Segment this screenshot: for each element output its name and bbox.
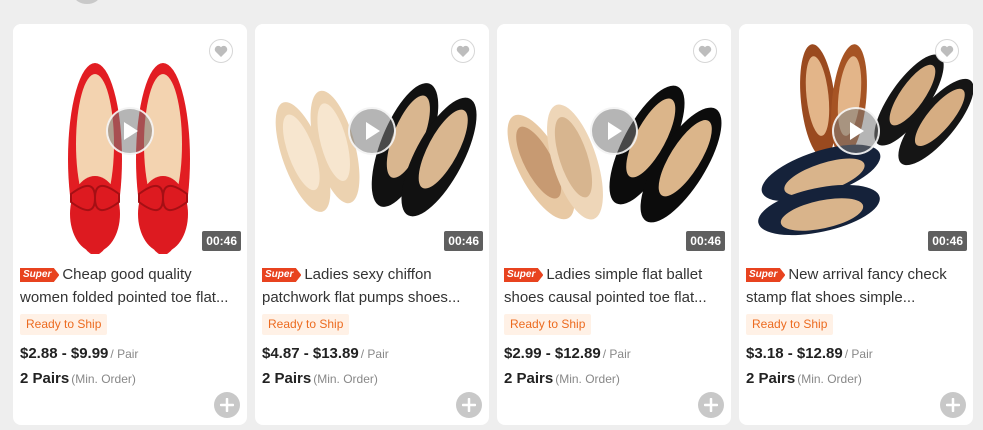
- play-icon: [850, 122, 864, 140]
- price-unit: / Pair: [110, 347, 139, 361]
- play-icon: [124, 122, 138, 140]
- min-order-row: 2 Pairs (Min. Order): [504, 368, 724, 390]
- play-video-button[interactable]: [832, 107, 880, 155]
- play-icon: [366, 122, 380, 140]
- play-video-button[interactable]: [106, 107, 154, 155]
- ready-to-ship-badge: Ready to Ship: [20, 314, 108, 335]
- price-unit: / Pair: [360, 347, 389, 361]
- add-to-list-button[interactable]: [214, 392, 240, 418]
- ready-to-ship-badge: Ready to Ship: [746, 314, 834, 335]
- super-badge: Super: [262, 268, 302, 282]
- min-order-row: 2 Pairs (Min. Order): [262, 368, 482, 390]
- min-order-label: (Min. Order): [797, 372, 862, 386]
- heart-icon: [698, 45, 712, 57]
- add-to-list-button[interactable]: [940, 392, 966, 418]
- product-media[interactable]: 00:46: [497, 24, 731, 254]
- heart-icon: [940, 45, 954, 57]
- product-card[interactable]: 00:46 Super New arrival fancy check stamp…: [739, 24, 973, 425]
- add-to-list-button[interactable]: [698, 392, 724, 418]
- video-duration: 00:46: [928, 231, 967, 251]
- min-order-quantity: 2 Pairs: [504, 370, 554, 387]
- min-order-quantity: 2 Pairs: [262, 370, 312, 387]
- video-duration: 00:46: [202, 231, 241, 251]
- plus-icon: [946, 398, 960, 412]
- ready-to-ship-badge: Ready to Ship: [504, 314, 592, 335]
- min-order-label: (Min. Order): [313, 372, 378, 386]
- product-title[interactable]: Super New arrival fancy check stamp flat …: [746, 263, 966, 309]
- play-icon: [608, 122, 622, 140]
- favorite-button[interactable]: [451, 39, 475, 63]
- scroll-indicator: [74, 0, 100, 4]
- product-price: $2.88 - $9.99: [20, 345, 109, 362]
- price-unit: / Pair: [602, 347, 631, 361]
- super-badge: Super: [20, 268, 60, 282]
- favorite-button[interactable]: [209, 39, 233, 63]
- plus-icon: [462, 398, 476, 412]
- heart-icon: [456, 45, 470, 57]
- min-order-quantity: 2 Pairs: [746, 370, 796, 387]
- super-badge: Super: [504, 268, 544, 282]
- product-grid: 00:46 Super Cheap good quality women fold…: [13, 24, 973, 425]
- product-media[interactable]: 00:46: [13, 24, 247, 254]
- product-title[interactable]: Super Ladies sexy chiffon patchwork flat …: [262, 263, 482, 309]
- product-card[interactable]: 00:46 Super Ladies simple flat ballet sho…: [497, 24, 731, 425]
- price-unit: / Pair: [844, 347, 873, 361]
- price-row: $4.87 - $13.89/ Pair: [262, 343, 482, 365]
- super-badge: Super: [746, 268, 786, 282]
- video-duration: 00:46: [686, 231, 725, 251]
- product-card[interactable]: 00:46 Super Ladies sexy chiffon patchwork…: [255, 24, 489, 425]
- play-video-button[interactable]: [590, 107, 638, 155]
- min-order-quantity: 2 Pairs: [20, 370, 70, 387]
- product-price: $2.99 - $12.89: [504, 345, 601, 362]
- product-media[interactable]: 00:46: [739, 24, 973, 254]
- plus-icon: [704, 398, 718, 412]
- product-card[interactable]: 00:46 Super Cheap good quality women fold…: [13, 24, 247, 425]
- price-row: $2.99 - $12.89/ Pair: [504, 343, 724, 365]
- heart-icon: [214, 45, 228, 57]
- favorite-button[interactable]: [935, 39, 959, 63]
- price-row: $3.18 - $12.89/ Pair: [746, 343, 966, 365]
- product-title[interactable]: Super Ladies simple flat ballet shoes cau…: [504, 263, 724, 309]
- price-row: $2.88 - $9.99/ Pair: [20, 343, 240, 365]
- product-media[interactable]: 00:46: [255, 24, 489, 254]
- product-price: $4.87 - $13.89: [262, 345, 359, 362]
- plus-icon: [220, 398, 234, 412]
- min-order-row: 2 Pairs (Min. Order): [746, 368, 966, 390]
- product-title[interactable]: Super Cheap good quality women folded poi…: [20, 263, 240, 309]
- min-order-row: 2 Pairs (Min. Order): [20, 368, 240, 390]
- product-price: $3.18 - $12.89: [746, 345, 843, 362]
- ready-to-ship-badge: Ready to Ship: [262, 314, 350, 335]
- play-video-button[interactable]: [348, 107, 396, 155]
- add-to-list-button[interactable]: [456, 392, 482, 418]
- min-order-label: (Min. Order): [555, 372, 620, 386]
- video-duration: 00:46: [444, 231, 483, 251]
- favorite-button[interactable]: [693, 39, 717, 63]
- min-order-label: (Min. Order): [71, 372, 136, 386]
